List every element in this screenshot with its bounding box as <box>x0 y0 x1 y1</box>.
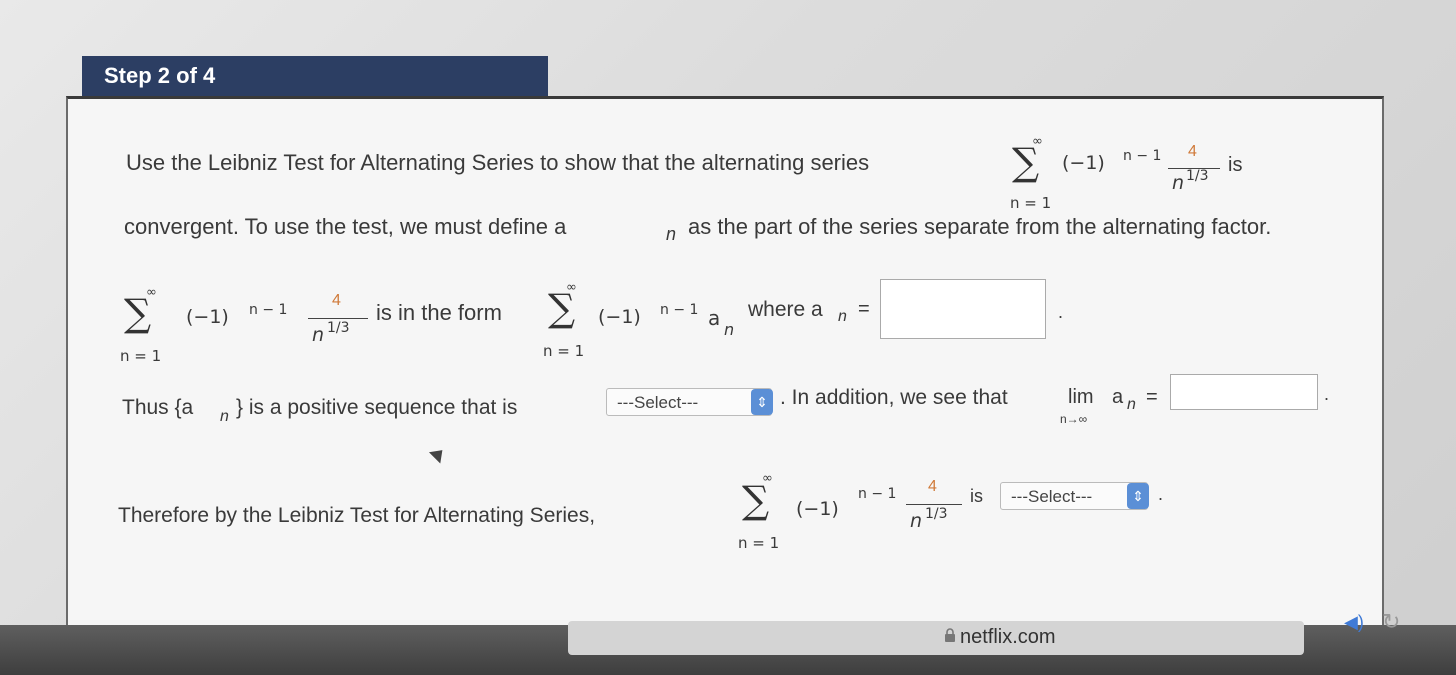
intro-is: is <box>1228 154 1243 176</box>
in-addition-text: . In addition, we see that <box>780 386 1008 409</box>
lim-equals: = <box>1146 386 1158 408</box>
sigma-symbol: ∑ <box>742 478 770 522</box>
a-subscript: n <box>724 320 735 339</box>
lim-a-subscript: n <box>1127 396 1136 413</box>
fraction-numerator: 4 <box>332 292 341 309</box>
thus-text-pre: Thus {a <box>122 396 194 419</box>
alternating-exponent: n − 1 <box>660 302 699 318</box>
intro-text-line2-pre: convergent. To use the test, we must def… <box>124 214 567 239</box>
fraction-bar <box>906 504 962 505</box>
lock-icon <box>945 628 955 642</box>
select-chevron-icon[interactable]: ⇕ <box>1127 483 1149 509</box>
address-bar[interactable] <box>568 621 1304 655</box>
reload-icon[interactable]: ↻ <box>1382 609 1400 635</box>
fraction-denominator: n <box>910 510 923 532</box>
intro-text-line2-post: as the part of the series separate from … <box>688 214 1272 239</box>
speaker-icon[interactable]: ◀) <box>1344 612 1364 633</box>
monotonic-select[interactable]: ---Select--- ⇕ <box>606 388 773 416</box>
intro-a-subscript: n <box>666 224 677 244</box>
sum-lower-limit: n = 1 <box>543 342 585 360</box>
alternating-factor: (−1) <box>1062 152 1105 174</box>
intro-text-line1: Use the Leibniz Test for Alternating Ser… <box>126 150 870 175</box>
where-text: where a <box>748 298 823 321</box>
step-header: Step 2 of 4 <box>82 56 548 96</box>
alternating-factor: (−1) <box>796 498 839 520</box>
select-value: ---Select--- <box>1011 487 1093 506</box>
fraction-numerator: 4 <box>1188 143 1197 160</box>
where-equals: = <box>858 298 870 320</box>
lim-a: a <box>1112 386 1124 408</box>
alternating-exponent: n − 1 <box>1123 148 1162 164</box>
fraction-bar <box>308 318 368 319</box>
fraction-denominator: n <box>1172 172 1185 194</box>
lim-subscript: n→∞ <box>1060 412 1088 426</box>
therefore-is: is <box>970 486 983 506</box>
lim-text: lim <box>1068 386 1094 408</box>
form-period: . <box>1058 302 1064 322</box>
alternating-factor: (−1) <box>598 306 641 328</box>
where-subscript: n <box>838 308 847 325</box>
alternating-exponent: n − 1 <box>858 486 897 502</box>
therefore-text: Therefore by the Leibniz Test for Altern… <box>118 504 596 527</box>
denominator-exponent: 1/3 <box>327 320 350 336</box>
thus-text-post: } is a positive sequence that is <box>236 396 518 419</box>
fraction-denominator: n <box>312 324 325 346</box>
url-text[interactable]: netflix.com <box>960 626 1056 649</box>
limit-answer-input[interactable] <box>1170 374 1318 410</box>
alternating-exponent: n − 1 <box>249 302 288 318</box>
therefore-period: . <box>1158 484 1164 504</box>
fraction-numerator: 4 <box>928 478 937 495</box>
select-value: ---Select--- <box>617 393 699 412</box>
a-variable: a <box>708 306 721 330</box>
a-n-answer-input[interactable] <box>880 279 1046 339</box>
alternating-factor: (−1) <box>186 306 229 328</box>
sum-lower-limit: n = 1 <box>120 347 162 365</box>
is-in-form-text: is in the form <box>376 300 502 325</box>
thus-period: . <box>1324 384 1330 404</box>
select-chevron-icon[interactable]: ⇕ <box>751 389 773 415</box>
sigma-symbol: ∑ <box>1012 140 1040 184</box>
sigma-symbol: ∑ <box>548 286 576 330</box>
denominator-exponent: 1/3 <box>925 506 948 522</box>
sigma-symbol: ∑ <box>124 291 152 335</box>
sum-lower-limit: n = 1 <box>738 534 780 552</box>
thus-subscript: n <box>220 408 229 425</box>
sum-lower-limit: n = 1 <box>1010 194 1052 212</box>
denominator-exponent: 1/3 <box>1186 168 1209 184</box>
convergence-select[interactable]: ---Select--- ⇕ <box>1000 482 1149 510</box>
